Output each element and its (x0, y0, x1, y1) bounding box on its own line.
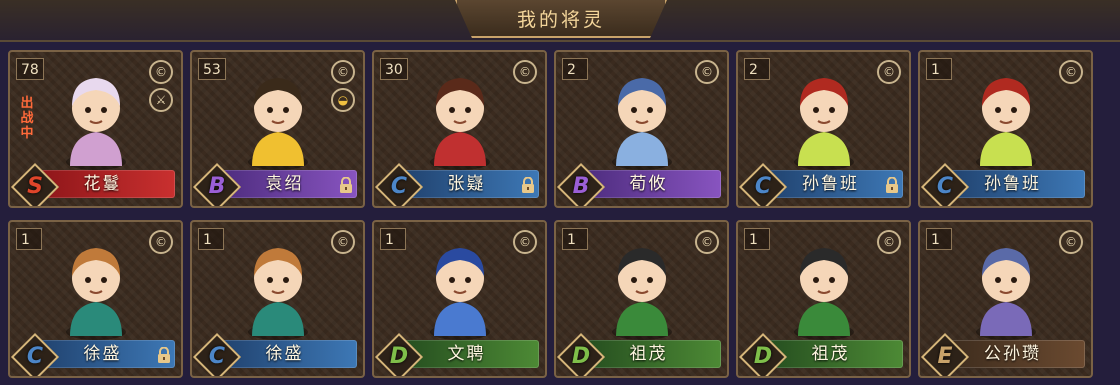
grade-letter: C (390, 174, 408, 199)
general-card[interactable]: 1 © D 祖茂 (736, 220, 911, 378)
general-name: 孙鲁班 (984, 174, 1041, 194)
coin-icon[interactable]: © (695, 60, 719, 84)
coin-icon[interactable]: © (695, 230, 719, 254)
general-card[interactable]: 1 © D 祖茂 (554, 220, 729, 378)
deployed-status: 出战中 (20, 96, 34, 141)
general-avatar (429, 78, 490, 170)
grade-letter: C (754, 174, 772, 199)
general-name: 徐盛 (265, 344, 304, 364)
general-name: 公孙瓒 (984, 344, 1041, 364)
general-name: 祖茂 (811, 344, 850, 364)
general-card[interactable]: 53 © ◒ B 袁绍 (190, 50, 365, 208)
grade-letter: C (26, 344, 44, 369)
lock-icon[interactable] (885, 177, 899, 193)
general-name: 张嶷 (447, 174, 486, 194)
general-card[interactable]: 1 © C 孙鲁班 (918, 50, 1093, 208)
level-count: 2 (562, 58, 588, 80)
coin-icon[interactable]: © (331, 230, 355, 254)
general-name: 徐盛 (83, 344, 122, 364)
grade-letter: E (937, 344, 953, 369)
general-name: 文聘 (447, 344, 486, 364)
lock-icon[interactable] (157, 347, 171, 363)
general-card[interactable]: 1 © C 徐盛 (190, 220, 365, 378)
grade-letter: S (27, 174, 43, 199)
coin-icon[interactable]: © (1059, 230, 1083, 254)
general-card[interactable]: 2 © B 荀攸 (554, 50, 729, 208)
level-count: 1 (562, 228, 588, 250)
level-count: 1 (744, 228, 770, 250)
grade-letter: D (389, 344, 409, 369)
coin-icon[interactable]: © (877, 60, 901, 84)
general-card[interactable]: 2 © C 孙鲁班 (736, 50, 911, 208)
general-avatar (793, 78, 854, 170)
level-count: 1 (16, 228, 42, 250)
general-avatar (793, 248, 854, 340)
sword-icon: ⚔ (149, 88, 173, 112)
coin-icon[interactable]: © (877, 230, 901, 254)
general-avatar (65, 248, 126, 340)
level-count: 53 (198, 58, 226, 80)
level-count: 78 (16, 58, 44, 80)
level-count: 1 (198, 228, 224, 250)
general-name: 荀攸 (629, 174, 668, 194)
level-count: 2 (744, 58, 770, 80)
level-count: 1 (926, 228, 952, 250)
general-avatar (611, 248, 672, 340)
page-title: 我的将灵 (516, 8, 605, 31)
coin-icon[interactable]: © (513, 230, 537, 254)
lock-icon[interactable] (521, 177, 535, 193)
grade-letter: D (571, 344, 591, 369)
grade-letter: B (208, 174, 226, 199)
coin-icon[interactable]: © (149, 230, 173, 254)
level-count: 1 (380, 228, 406, 250)
general-spirit-grid: 78 © ⚔ 出战中 S 花鬘 53 © ◒ B 袁绍 30 © C 张嶷 2 … (8, 50, 1112, 378)
general-card[interactable]: 1 © D 文聘 (372, 220, 547, 378)
general-avatar (975, 248, 1036, 340)
ingot-icon: ◒ (331, 88, 355, 112)
grade-letter: C (936, 174, 954, 199)
lock-icon[interactable] (339, 177, 353, 193)
level-count: 1 (926, 58, 952, 80)
coin-icon[interactable]: © (513, 60, 537, 84)
coin-icon[interactable]: © (331, 60, 355, 84)
general-card[interactable]: 78 © ⚔ 出战中 S 花鬘 (8, 50, 183, 208)
general-name: 孙鲁班 (802, 174, 859, 194)
general-card[interactable]: 30 © C 张嶷 (372, 50, 547, 208)
general-avatar (975, 78, 1036, 170)
coin-icon[interactable]: © (149, 60, 173, 84)
general-avatar (611, 78, 672, 170)
general-name: 花鬘 (83, 174, 122, 194)
general-avatar (429, 248, 490, 340)
general-name: 袁绍 (265, 174, 304, 194)
general-avatar (247, 78, 308, 170)
general-card[interactable]: 1 © E 公孙瓒 (918, 220, 1093, 378)
coin-icon[interactable]: © (1059, 60, 1083, 84)
level-count: 30 (380, 58, 408, 80)
general-card[interactable]: 1 © C 徐盛 (8, 220, 183, 378)
general-avatar (65, 78, 126, 170)
grade-letter: D (753, 344, 773, 369)
general-name: 祖茂 (629, 344, 668, 364)
grade-letter: C (208, 344, 226, 369)
general-avatar (247, 248, 308, 340)
title-plate: 我的将灵 (455, 0, 667, 38)
grade-letter: B (572, 174, 590, 199)
